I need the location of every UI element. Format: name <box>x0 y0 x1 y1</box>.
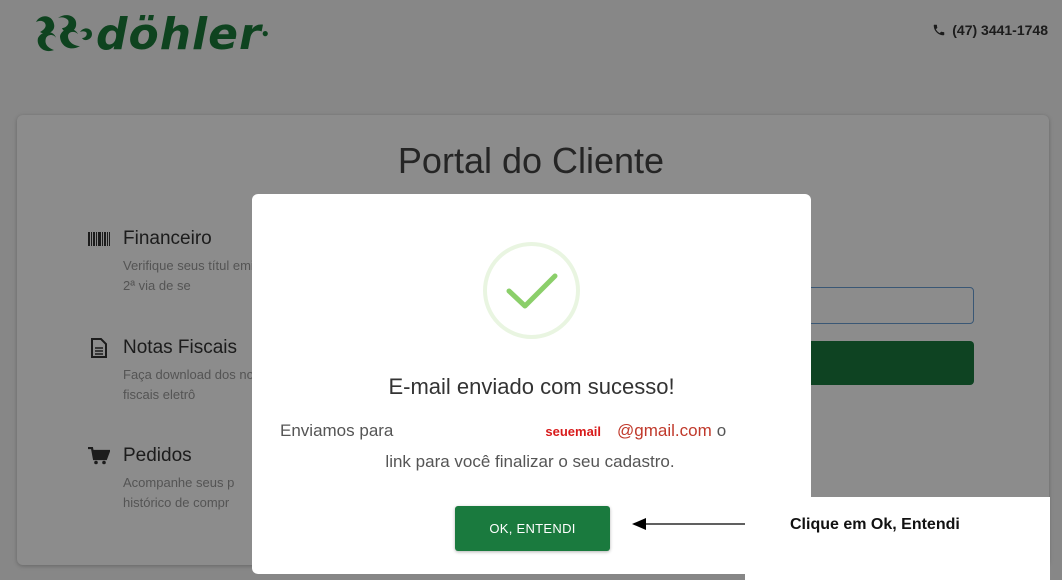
ok-entendi-button[interactable]: OK, ENTENDI <box>455 506 610 551</box>
message-prefix: Enviamos para <box>280 421 394 440</box>
success-check-icon <box>483 242 580 339</box>
email-user: seuemail <box>545 424 602 439</box>
message-suffix: o <box>716 421 727 440</box>
modal-message: Enviamos para seuemail @gmail.com o link… <box>280 416 800 477</box>
annotation-box: Clique em Ok, Entendi <box>745 497 1050 580</box>
email-domain: @gmail.com <box>617 421 712 440</box>
message-line-2: link para você finalizar o seu cadastro. <box>385 452 675 471</box>
modal-title: E-mail enviado com sucesso! <box>388 374 675 399</box>
annotation-arrow-icon <box>632 518 746 530</box>
annotation-text: Clique em Ok, Entendi <box>790 516 960 533</box>
